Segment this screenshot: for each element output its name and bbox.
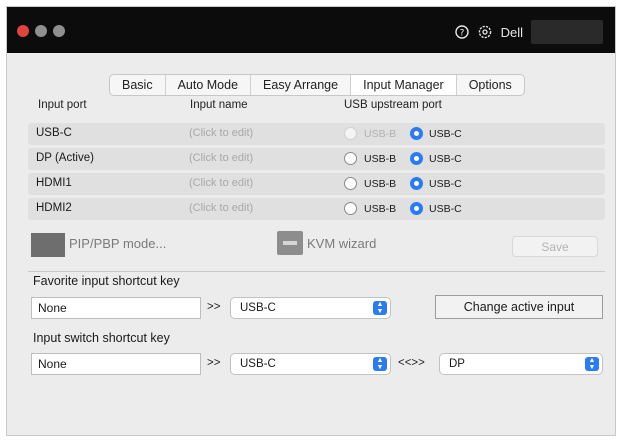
- close-window-button[interactable]: [17, 25, 29, 37]
- favorite-shortcut-field[interactable]: [31, 297, 201, 319]
- input-port-label: HDMI2: [36, 202, 72, 214]
- section-divider: [28, 271, 605, 272]
- input-name-field[interactable]: (Click to edit): [189, 152, 253, 164]
- tab-auto-mode[interactable]: Auto Mode: [166, 75, 252, 95]
- switch-arrows: >>: [207, 357, 221, 369]
- table-row: DP (Active) (Click to edit) USB-B USB-C: [28, 148, 605, 170]
- save-button[interactable]: Save: [512, 236, 598, 257]
- gear-icon[interactable]: [478, 25, 493, 40]
- header-usb-upstream: USB upstream port: [344, 99, 442, 111]
- header-input-port: Input port: [38, 99, 87, 111]
- usb-c-radio[interactable]: [410, 202, 423, 215]
- table-row: USB-C (Click to edit) USB-B USB-C: [28, 123, 605, 145]
- chevron-updown-icon: ▲ ▼: [585, 357, 599, 371]
- usb-c-label: USB-C: [429, 128, 462, 140]
- tab-easy-arrange[interactable]: Easy Arrange: [251, 75, 352, 95]
- header-input-name: Input name: [190, 99, 248, 111]
- favorite-arrows: >>: [207, 301, 221, 313]
- usb-c-radio[interactable]: [410, 177, 423, 190]
- usb-b-radio[interactable]: [344, 152, 357, 165]
- input-name-field[interactable]: (Click to edit): [189, 202, 253, 214]
- input-port-label: HDMI1: [36, 177, 72, 189]
- change-active-input-button[interactable]: Change active input: [435, 295, 603, 319]
- usb-b-radio: [344, 127, 357, 140]
- usb-c-radio[interactable]: [410, 127, 423, 140]
- usb-c-label: USB-C: [429, 203, 462, 215]
- svg-text:?: ?: [460, 29, 465, 39]
- swap-arrows: <<>>: [398, 357, 425, 369]
- table-row: HDMI2 (Click to edit) USB-B USB-C: [28, 198, 605, 220]
- switch-input-a-select[interactable]: USB-C ▲ ▼: [230, 353, 391, 375]
- usb-b-label: USB-B: [364, 178, 397, 190]
- usb-c-radio[interactable]: [410, 152, 423, 165]
- switch-shortcut-label: Input switch shortcut key: [33, 331, 170, 345]
- question-circle-icon[interactable]: ?: [455, 25, 470, 40]
- tab-bar: Basic Auto Mode Easy Arrange Input Manager O…: [109, 74, 525, 96]
- zoom-window-button[interactable]: [53, 25, 65, 37]
- favorite-shortcut-label: Favorite input shortcut key: [33, 274, 180, 288]
- usb-b-label: USB-B: [364, 153, 397, 165]
- usb-c-label: USB-C: [429, 153, 462, 165]
- usb-c-label: USB-C: [429, 178, 462, 190]
- usb-b-radio[interactable]: [344, 202, 357, 215]
- usb-b-label: USB-B: [364, 203, 397, 215]
- table-row: HDMI1 (Click to edit) USB-B USB-C: [28, 173, 605, 195]
- app-window: ? Dell Basic Auto Mode Easy Arrange Input M…: [6, 6, 616, 436]
- chevron-updown-icon: ▲ ▼: [373, 301, 387, 315]
- input-port-label: USB-C: [36, 127, 72, 139]
- redacted-model-box: [531, 20, 603, 44]
- switch-input-a-value: USB-C: [240, 358, 276, 370]
- kvm-icon[interactable]: [277, 231, 303, 255]
- switch-shortcut-field[interactable]: [31, 353, 201, 375]
- usb-b-radio[interactable]: [344, 177, 357, 190]
- minimize-window-button[interactable]: [35, 25, 47, 37]
- kvm-wizard-button[interactable]: KVM wizard: [307, 236, 376, 251]
- pip-pbp-button[interactable]: PIP/PBP mode...: [69, 236, 166, 251]
- favorite-input-select-value: USB-C: [240, 302, 276, 314]
- tab-basic[interactable]: Basic: [110, 75, 166, 95]
- favorite-input-select[interactable]: USB-C ▲ ▼: [230, 297, 391, 319]
- input-name-field[interactable]: (Click to edit): [189, 127, 253, 139]
- switch-input-b-value: DP: [449, 358, 465, 370]
- input-name-field[interactable]: (Click to edit): [189, 177, 253, 189]
- switch-input-b-select[interactable]: DP ▲ ▼: [439, 353, 603, 375]
- brand-label: Dell: [500, 24, 523, 40]
- tab-input-manager[interactable]: Input Manager: [351, 75, 457, 95]
- pip-pbp-icon[interactable]: [31, 233, 65, 257]
- title-bar: ? Dell: [7, 7, 615, 53]
- chevron-updown-icon: ▲ ▼: [373, 357, 387, 371]
- tab-options[interactable]: Options: [457, 75, 524, 95]
- usb-b-label: USB-B: [364, 128, 397, 140]
- input-port-label: DP (Active): [36, 152, 94, 164]
